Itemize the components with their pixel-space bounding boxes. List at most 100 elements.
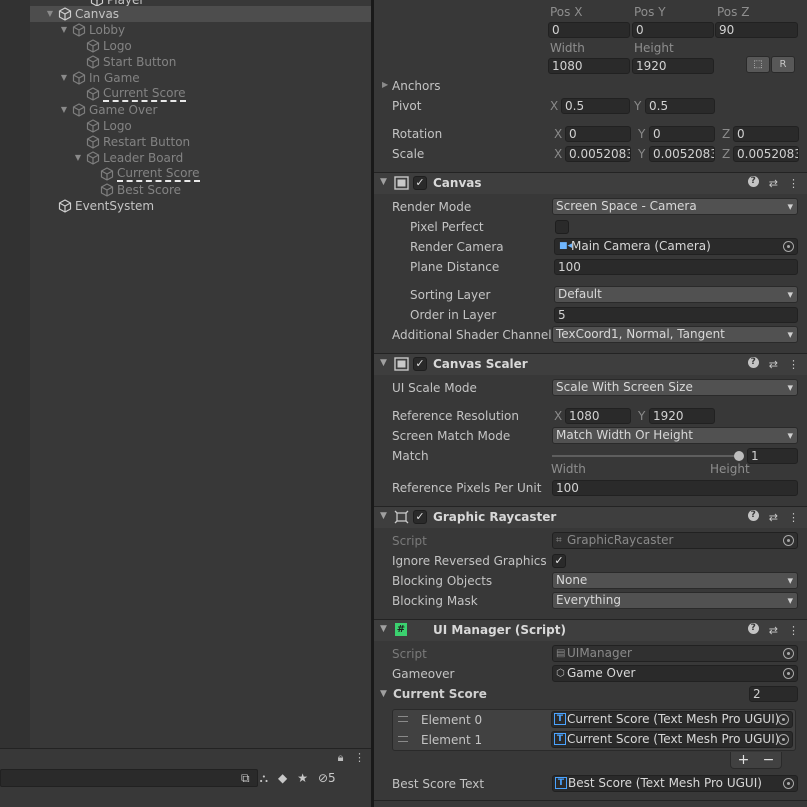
element-0-field[interactable]: T Current Score (Text Mesh Pro UGUI)	[551, 711, 793, 728]
blueprint-mode-button[interactable]: ⬚	[746, 56, 770, 73]
help-icon[interactable]: ?	[747, 510, 759, 521]
label-icon[interactable]: ◆	[278, 771, 287, 785]
canvas-scaler-header[interactable]: ▼ ✓ Canvas Scaler ? ⇄ ⋮	[374, 353, 807, 375]
anchors-foldout-icon[interactable]: ▶	[382, 80, 388, 89]
hierarchy-item[interactable]: Logo	[30, 118, 371, 134]
hierarchy-item[interactable]: Start Button	[30, 54, 371, 70]
render-camera-field[interactable]: ■◂ Main Camera (Camera)	[554, 238, 798, 255]
presets-icon[interactable]: ⇄	[769, 623, 778, 638]
help-icon[interactable]: ?	[747, 176, 759, 187]
graphic-raycaster-header[interactable]: ▼ ✓ Graphic Raycaster ? ⇄ ⋮	[374, 506, 807, 528]
object-picker-icon[interactable]	[778, 734, 789, 745]
anchors-label[interactable]: Anchors	[392, 78, 441, 94]
expand-arrow-icon[interactable]: ▼	[59, 22, 69, 38]
object-picker-icon[interactable]	[783, 668, 794, 679]
rot-z-field[interactable]: 0	[733, 126, 799, 142]
more-options-icon[interactable]: ⋮	[788, 176, 799, 191]
ignore-reversed-checkbox[interactable]: ✓	[552, 554, 566, 568]
current-score-list-label[interactable]: Current Score	[393, 686, 487, 702]
canvas-component-header[interactable]: ▼ ✓ Canvas ? ⇄ ⋮	[374, 172, 807, 194]
pos-x-field[interactable]: 0	[548, 22, 630, 38]
pivot-y-field[interactable]: 0.5	[645, 98, 715, 114]
blocking-objects-dropdown[interactable]: None	[552, 572, 798, 589]
more-options-icon[interactable]: ⋮	[354, 751, 365, 764]
raycaster-enabled-checkbox[interactable]: ✓	[413, 510, 427, 524]
scale-z-field[interactable]: 0.0052083	[733, 146, 799, 162]
hierarchy-item[interactable]: Current Score	[30, 86, 371, 102]
hierarchy-item[interactable]: Current Score	[30, 166, 371, 182]
ui-scale-mode-dropdown[interactable]: Scale With Screen Size	[552, 379, 798, 396]
order-in-layer-field[interactable]: 5	[554, 307, 798, 323]
search-by-type-icon[interactable]: ⧉	[241, 771, 250, 786]
current-score-foldout-icon[interactable]: ▼	[380, 689, 387, 699]
foldout-arrow-icon[interactable]: ▼	[380, 511, 387, 521]
shader-channels-dropdown[interactable]: TexCoord1, Normal, Tangent	[552, 326, 798, 343]
hierarchy-item[interactable]: EventSystem	[30, 198, 371, 214]
current-score-size-field[interactable]: 2	[749, 686, 798, 702]
more-options-icon[interactable]: ⋮	[788, 623, 799, 638]
ref-ppu-field[interactable]: 100	[552, 480, 798, 496]
pixel-perfect-checkbox[interactable]	[555, 220, 569, 234]
sorting-layer-dropdown[interactable]: Default	[554, 286, 798, 303]
best-score-text-field[interactable]: T Best Score (Text Mesh Pro UGUI)	[552, 775, 798, 792]
scale-y-field[interactable]: 0.0052083	[649, 146, 715, 162]
canvas-scaler-enabled-checkbox[interactable]: ✓	[413, 357, 427, 371]
favorite-icon[interactable]: ★	[297, 771, 308, 785]
presets-icon[interactable]: ⇄	[769, 357, 778, 372]
hierarchy-item[interactable]: ▼ In Game	[30, 70, 371, 86]
foldout-arrow-icon[interactable]: ▼	[380, 358, 387, 368]
ref-res-y-field[interactable]: 1920	[649, 408, 715, 424]
gameover-field[interactable]: ⬡ Game Over	[552, 665, 798, 682]
add-element-button[interactable]: +	[738, 752, 750, 768]
hidden-objects-toggle[interactable]: ⊘5	[318, 771, 336, 785]
height-field[interactable]: 1920	[632, 58, 714, 74]
screen-match-mode-dropdown[interactable]: Match Width Or Height	[552, 427, 798, 444]
more-options-icon[interactable]: ⋮	[788, 510, 799, 525]
search-input[interactable]	[0, 769, 258, 787]
foldout-arrow-icon[interactable]: ▼	[380, 624, 387, 634]
help-icon[interactable]: ?	[747, 357, 759, 368]
hierarchy-item[interactable]: ▼ Lobby	[30, 22, 371, 38]
remove-element-button[interactable]: −	[763, 752, 775, 768]
rot-y-field[interactable]: 0	[649, 126, 715, 142]
ui-manager-header[interactable]: ▼ # UI Manager (Script) ? ⇄ ⋮	[374, 619, 807, 641]
more-options-icon[interactable]: ⋮	[788, 357, 799, 372]
ref-res-x-field[interactable]: 1080	[565, 408, 631, 424]
presets-icon[interactable]: ⇄	[769, 510, 778, 525]
hierarchy-item[interactable]: Best Score	[30, 182, 371, 198]
expand-arrow-icon[interactable]: ▼	[45, 6, 55, 22]
raw-edit-button[interactable]: R	[771, 56, 795, 73]
drag-handle-icon[interactable]	[398, 716, 408, 722]
expand-arrow-icon[interactable]: ▼	[73, 150, 83, 166]
hierarchy-item[interactable]: Restart Button	[30, 134, 371, 150]
width-field[interactable]: 1080	[548, 58, 630, 74]
pos-y-field[interactable]: 0	[632, 22, 714, 38]
rot-x-field[interactable]: 0	[565, 126, 631, 142]
object-picker-icon[interactable]	[778, 714, 789, 725]
pos-z-field[interactable]: 90	[715, 22, 798, 38]
blocking-mask-dropdown[interactable]: Everything	[552, 592, 798, 609]
pivot-x-field[interactable]: 0.5	[561, 98, 630, 114]
presets-icon[interactable]: ⇄	[769, 176, 778, 191]
hierarchy-item[interactable]: ▼ Leader Board	[30, 150, 371, 166]
render-mode-dropdown[interactable]: Screen Space - Camera	[552, 198, 798, 215]
expand-arrow-icon[interactable]: ▼	[59, 70, 69, 86]
match-slider-thumb[interactable]	[734, 451, 744, 461]
scale-x-field[interactable]: 0.0052083	[565, 146, 631, 162]
foldout-arrow-icon[interactable]: ▼	[380, 177, 387, 187]
hierarchy-item[interactable]: Logo	[30, 38, 371, 54]
drag-handle-icon[interactable]	[398, 736, 408, 742]
object-picker-icon[interactable]	[783, 778, 794, 789]
element-1-field[interactable]: T Current Score (Text Mesh Pro UGUI)	[551, 731, 793, 748]
plane-distance-field[interactable]: 100	[554, 259, 798, 275]
match-field[interactable]: 1	[747, 448, 798, 464]
canvas-enabled-checkbox[interactable]: ✓	[413, 176, 427, 190]
filter-icon[interactable]: ⛬	[260, 771, 268, 786]
lock-icon[interactable]: 🔒︎	[338, 751, 344, 764]
hierarchy-item[interactable]: ▼ Game Over	[30, 102, 371, 118]
match-slider-track[interactable]	[552, 455, 742, 457]
hierarchy-item[interactable]: ▼ Canvas	[30, 6, 371, 22]
object-picker-icon[interactable]	[783, 241, 794, 252]
expand-arrow-icon[interactable]: ▼	[59, 102, 69, 118]
help-icon[interactable]: ?	[747, 623, 759, 634]
